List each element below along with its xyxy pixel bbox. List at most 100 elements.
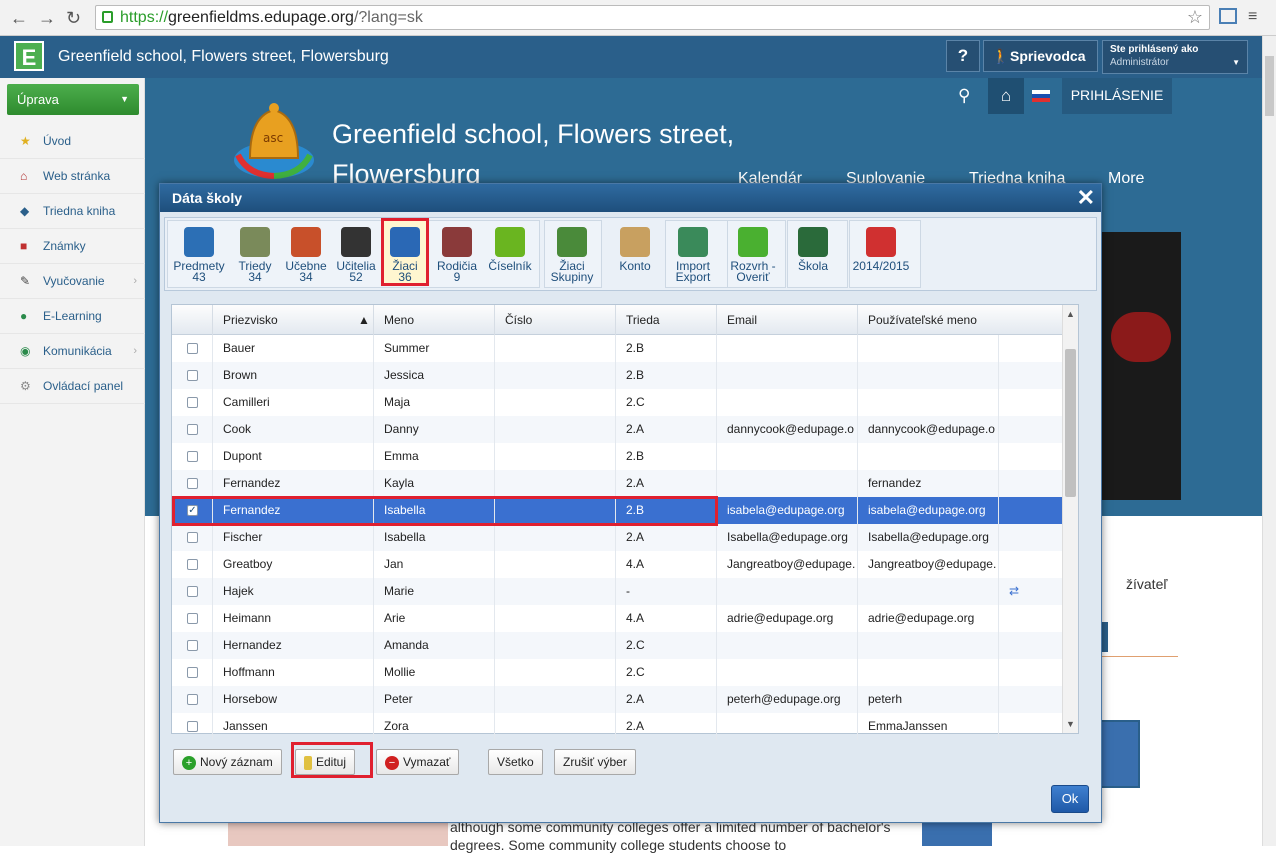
table-row[interactable]: Cook Danny 2.A dannycook@edupage.o dannycook… bbox=[172, 416, 1062, 443]
toolbar-button-8[interactable]: Žiaci Skupiny bbox=[544, 218, 600, 286]
home-icon[interactable]: ⌂ bbox=[988, 78, 1024, 114]
table-row[interactable]: Janssen Zora 2.A EmmaJanssen bbox=[172, 713, 1062, 740]
row-checkbox[interactable] bbox=[187, 343, 198, 354]
cancel-selection-button[interactable]: Zrušiť výber bbox=[554, 749, 636, 775]
cast-icon[interactable] bbox=[1219, 8, 1237, 24]
cell-username bbox=[857, 335, 998, 362]
row-checkbox[interactable] bbox=[187, 721, 198, 732]
news-thumbnail-2[interactable] bbox=[922, 822, 992, 846]
edupage-logo[interactable]: E bbox=[14, 41, 44, 71]
walking-person-icon: 🚶 bbox=[992, 48, 1010, 64]
toolbar-button-1[interactable]: Predmety 43 bbox=[169, 218, 229, 286]
row-checkbox[interactable] bbox=[187, 613, 198, 624]
row-checkbox[interactable] bbox=[187, 559, 198, 570]
row-checkbox[interactable] bbox=[187, 640, 198, 651]
cell-email bbox=[716, 389, 857, 416]
row-checkbox[interactable] bbox=[187, 478, 198, 489]
search-icon[interactable]: ⚲ bbox=[958, 86, 970, 106]
site-menu-item[interactable]: More bbox=[1108, 170, 1144, 188]
uprava-dropdown[interactable]: Úprava ▼ bbox=[7, 84, 139, 115]
toolbar-button-6[interactable]: Rodičia 9 bbox=[433, 218, 481, 286]
sidebar-item-2[interactable]: ⌂ Web stránka bbox=[0, 159, 145, 194]
logged-user-menu[interactable]: Ste prihlásený ako Administrátor ▼ bbox=[1102, 40, 1248, 74]
delete-button[interactable]: − Vymazať bbox=[376, 749, 460, 775]
row-checkbox[interactable] bbox=[187, 694, 198, 705]
sidebar-item-3[interactable]: ◆ Triedna kniha bbox=[0, 194, 145, 229]
select-all-button[interactable]: Všetko bbox=[488, 749, 543, 775]
sidebar-item-7[interactable]: ◉ Komunikácia › bbox=[0, 334, 145, 369]
scroll-down-icon[interactable]: ▼ bbox=[1066, 719, 1075, 729]
toolbar-button-4[interactable]: Učitelia 52 bbox=[335, 218, 377, 286]
cell-name: Amanda bbox=[373, 632, 494, 659]
guide-button[interactable]: 🚶 Sprievodca bbox=[983, 40, 1098, 72]
row-checkbox[interactable] bbox=[187, 424, 198, 435]
sidebar-item-6[interactable]: ● E-Learning bbox=[0, 299, 145, 334]
address-bar[interactable]: https://greenfieldms.edupage.org/?lang=s… bbox=[95, 5, 1210, 30]
cell-number bbox=[494, 551, 615, 578]
sidebar-item-8[interactable]: ⚙ Ovládací panel bbox=[0, 369, 145, 404]
toolbar-button-2[interactable]: Triedy 34 bbox=[233, 218, 277, 286]
row-checkbox[interactable] bbox=[187, 532, 198, 543]
column-header[interactable]: Priezvisko bbox=[212, 305, 373, 335]
table-row[interactable]: Heimann Arie 4.A adrie@edupage.org adrie@edu… bbox=[172, 605, 1062, 632]
new-record-button[interactable]: + Nový záznam bbox=[173, 749, 282, 775]
table-row[interactable]: Fischer Isabella 2.A Isabella@edupage.org Is… bbox=[172, 524, 1062, 551]
sidebar-item-1[interactable]: ★ Úvod bbox=[0, 124, 145, 159]
toolbar-button-5[interactable]: Žiaci 36 bbox=[381, 218, 429, 286]
table-row[interactable]: Camilleri Maja 2.C bbox=[172, 389, 1062, 416]
scroll-up-icon[interactable]: ▲ bbox=[1066, 309, 1075, 319]
ok-button[interactable]: Ok bbox=[1051, 785, 1089, 813]
table-row[interactable]: Brown Jessica 2.B bbox=[172, 362, 1062, 389]
toolbar-button-9[interactable]: Konto bbox=[609, 218, 661, 286]
bookmark-star-icon[interactable]: ☆ bbox=[1187, 6, 1203, 29]
login-link[interactable]: PRIHLÁSENIE bbox=[1062, 78, 1172, 114]
sidebar-item-4[interactable]: ■ Známky bbox=[0, 229, 145, 264]
cell-extra bbox=[998, 389, 1062, 416]
column-header[interactable]: Trieda bbox=[615, 305, 716, 335]
column-header[interactable]: Meno bbox=[373, 305, 494, 335]
cell-username: peterh bbox=[857, 686, 998, 713]
app-topbar: E Greenfield school, Flowers street, Flo… bbox=[0, 36, 1262, 78]
reload-icon[interactable]: ↻ bbox=[66, 8, 81, 29]
news-thumbnail[interactable] bbox=[1098, 720, 1140, 788]
table-row[interactable]: Hajek Marie - ⇄ bbox=[172, 578, 1062, 605]
sort-ascending-icon[interactable]: ▲ bbox=[358, 305, 370, 335]
scroll-thumb[interactable] bbox=[1065, 349, 1076, 497]
table-row[interactable]: Bauer Summer 2.B bbox=[172, 335, 1062, 362]
table-row[interactable]: Hoffmann Mollie 2.C bbox=[172, 659, 1062, 686]
column-header[interactable]: Email bbox=[716, 305, 857, 335]
sidebar-item-5[interactable]: ✎ Vyučovanie › bbox=[0, 264, 145, 299]
row-checkbox[interactable] bbox=[187, 397, 198, 408]
slovak-flag-icon[interactable] bbox=[1032, 90, 1050, 102]
row-checkbox[interactable] bbox=[187, 667, 198, 678]
sidebar-item-label: Web stránka bbox=[43, 169, 111, 183]
table-row[interactable]: Dupont Emma 2.B bbox=[172, 443, 1062, 470]
table-scrollbar[interactable]: ▲ ▼ bbox=[1062, 305, 1078, 733]
table-row[interactable]: Greatboy Jan 4.A Jangreatboy@edupage. Jangre… bbox=[172, 551, 1062, 578]
forward-icon[interactable]: → bbox=[38, 8, 56, 29]
column-header[interactable]: Číslo bbox=[494, 305, 615, 335]
toolbar-button-12[interactable]: Škola bbox=[789, 218, 837, 286]
close-icon[interactable]: ✕ bbox=[1077, 184, 1095, 212]
chevron-down-icon: ▼ bbox=[1232, 58, 1240, 67]
row-checkbox[interactable] bbox=[187, 370, 198, 381]
book-icon: ◆ bbox=[20, 204, 30, 218]
toolbar-button-11[interactable]: Rozvrh - Overiť bbox=[725, 218, 781, 286]
toolbar-button-10[interactable]: Import Export bbox=[667, 218, 719, 286]
help-button[interactable]: ? bbox=[946, 40, 980, 72]
row-checkbox[interactable] bbox=[187, 586, 198, 597]
row-checkbox[interactable] bbox=[187, 451, 198, 462]
toolbar-button-7[interactable]: Číselník bbox=[485, 218, 535, 286]
table-row[interactable]: Hernandez Amanda 2.C bbox=[172, 632, 1062, 659]
toolbar-button-3[interactable]: Učebne 34 bbox=[281, 218, 331, 286]
table-row[interactable]: Horsebow Peter 2.A peterh@edupage.org peterh bbox=[172, 686, 1062, 713]
toolbar-button-13[interactable]: 2014/2015 bbox=[849, 218, 913, 286]
back-icon[interactable]: ← bbox=[10, 8, 28, 29]
page-scrollbar[interactable] bbox=[1262, 36, 1276, 846]
cell-surname: Bauer bbox=[212, 335, 373, 362]
news-photo[interactable] bbox=[228, 822, 448, 846]
table-row[interactable]: Fernandez Kayla 2.A fernandez bbox=[172, 470, 1062, 497]
menu-icon[interactable]: ≡ bbox=[1248, 8, 1257, 26]
column-header[interactable]: Používateľské meno bbox=[857, 305, 998, 335]
cell-email: Isabella@edupage.org bbox=[716, 524, 857, 551]
